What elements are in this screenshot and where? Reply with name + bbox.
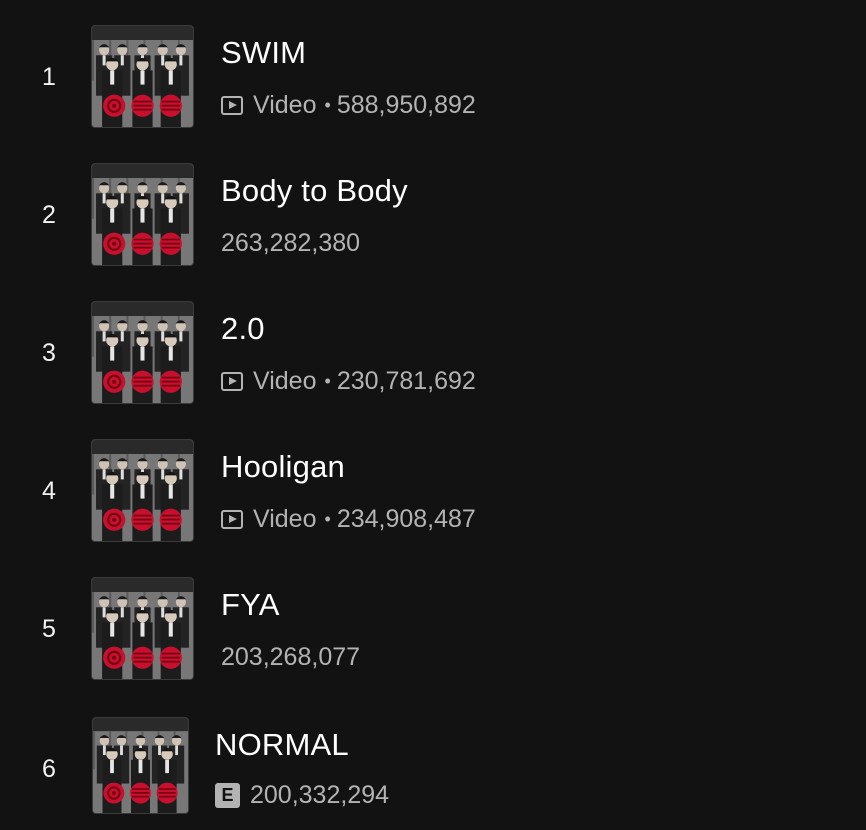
track-rank: 1 xyxy=(42,63,56,91)
track-row[interactable]: 2 Body to Body 263,282,380 xyxy=(0,163,866,273)
track-row[interactable]: 1 SWIM Video • 588,950,892 xyxy=(0,25,866,135)
track-title[interactable]: NORMAL xyxy=(215,725,349,765)
track-row[interactable]: 5 FYA 203,268,077 xyxy=(0,577,866,687)
stream-count: 230,781,692 xyxy=(336,366,476,395)
stream-count: 203,268,077 xyxy=(221,642,361,671)
album-cover xyxy=(91,163,194,266)
stream-count: 588,950,892 xyxy=(336,90,476,119)
explicit-badge-icon: E xyxy=(215,782,240,808)
track-rank: 2 xyxy=(42,201,56,229)
separator-dot: • xyxy=(324,370,331,391)
track-rank: 5 xyxy=(42,615,56,643)
separator-dot: • xyxy=(324,94,331,115)
track-meta: Video • 230,781,692 xyxy=(221,365,476,397)
album-cover xyxy=(91,577,194,680)
track-title[interactable]: SWIM xyxy=(221,33,306,73)
track-title[interactable]: 2.0 xyxy=(221,309,265,349)
album-cover xyxy=(92,717,189,814)
track-title[interactable]: Body to Body xyxy=(221,171,408,211)
stream-count: 263,282,380 xyxy=(221,228,361,257)
video-label: Video xyxy=(253,366,317,395)
video-icon xyxy=(221,509,243,529)
track-meta: Video • 588,950,892 xyxy=(221,89,476,121)
track-rank: 6 xyxy=(42,755,56,783)
track-row[interactable]: 4 Hooligan Video • 234,908,487 xyxy=(0,439,866,549)
album-cover xyxy=(91,25,194,128)
track-meta: Video • 234,908,487 xyxy=(221,503,476,535)
video-label: Video xyxy=(253,504,317,533)
video-icon xyxy=(221,95,243,115)
track-row[interactable]: 6 NORMAL E 200,332,294 xyxy=(0,717,866,827)
track-meta: E 200,332,294 xyxy=(215,779,389,811)
album-cover xyxy=(91,439,194,542)
track-meta: 203,268,077 xyxy=(221,641,360,673)
stream-count: 200,332,294 xyxy=(250,780,390,809)
track-rank: 4 xyxy=(42,477,56,505)
video-label: Video xyxy=(253,90,317,119)
track-title[interactable]: FYA xyxy=(221,585,280,625)
stream-count: 234,908,487 xyxy=(336,504,476,533)
track-list: 1 SWIM Video • 588,950,892 2 Body to Bod… xyxy=(0,0,866,830)
track-title[interactable]: Hooligan xyxy=(221,447,345,487)
album-cover xyxy=(91,301,194,404)
video-icon xyxy=(221,371,243,391)
track-rank: 3 xyxy=(42,339,56,367)
track-meta: 263,282,380 xyxy=(221,227,360,259)
separator-dot: • xyxy=(324,508,331,529)
track-row[interactable]: 3 2.0 Video • 230,781,692 xyxy=(0,301,866,411)
